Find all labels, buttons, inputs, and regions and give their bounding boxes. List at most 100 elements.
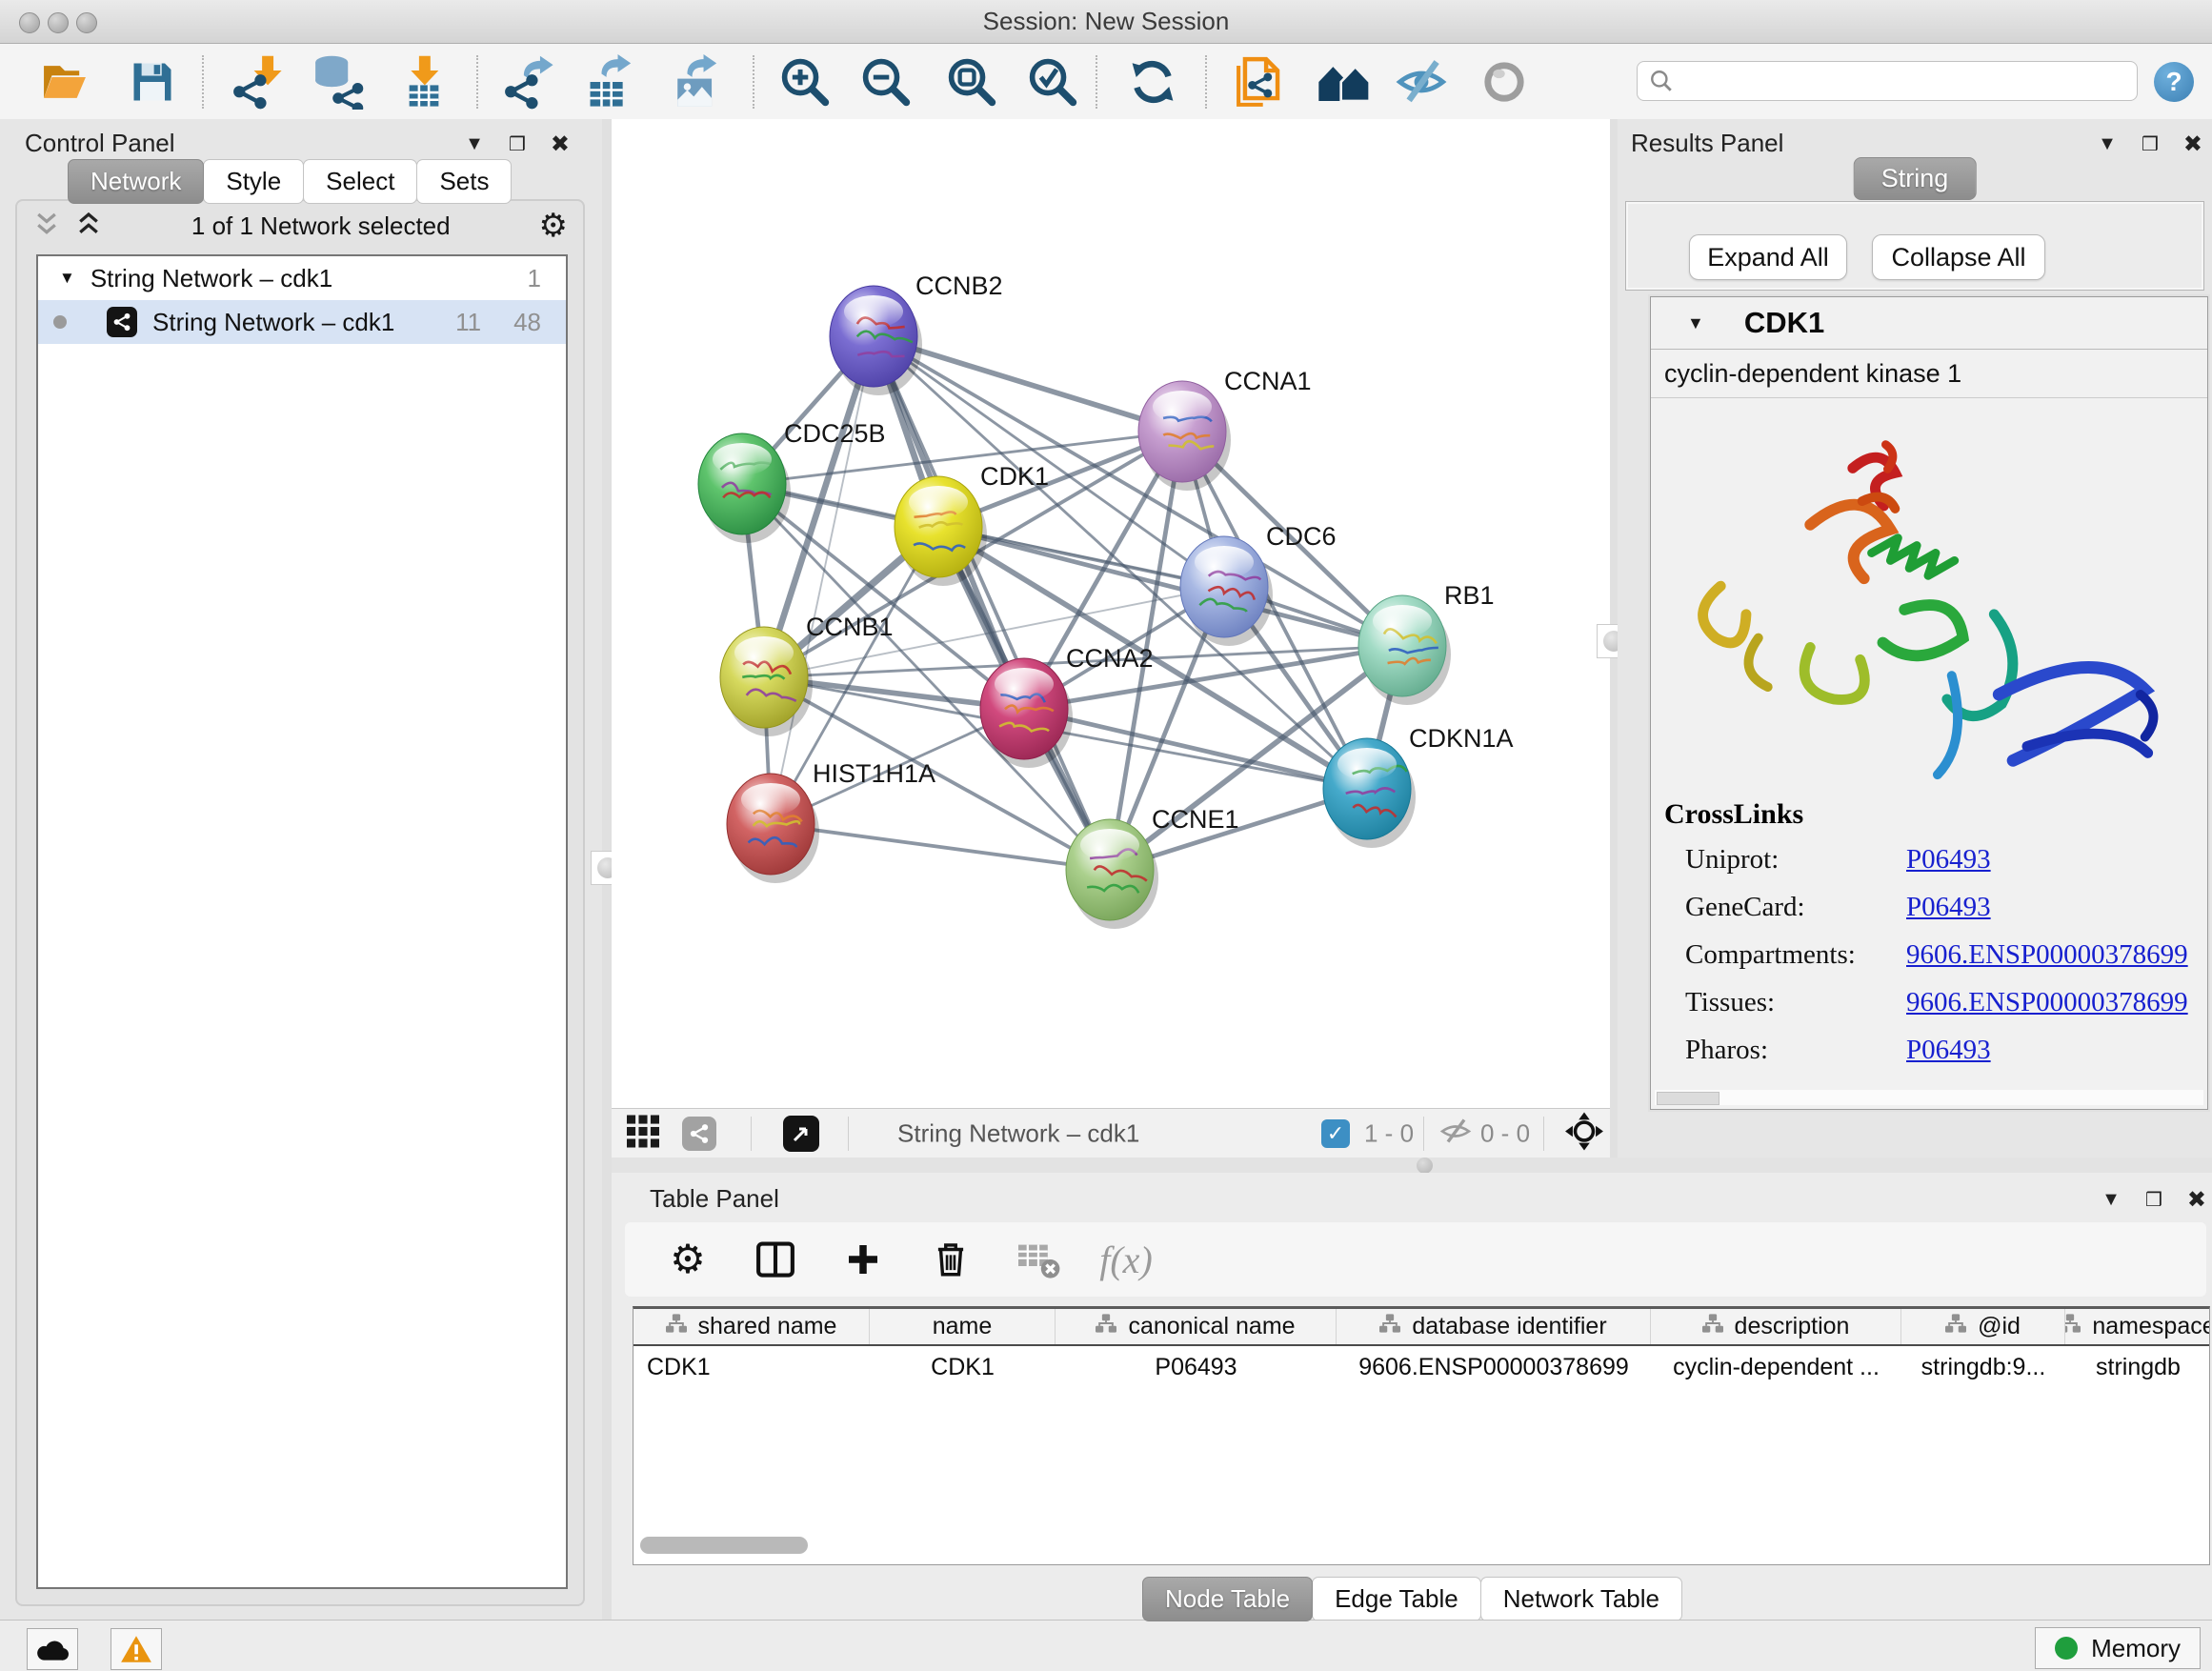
table-horizontal-scrollbar-thumb[interactable] bbox=[640, 1537, 808, 1554]
tab-string-results[interactable]: String bbox=[1854, 157, 1977, 200]
column-header-canonical-name[interactable]: canonical name bbox=[1056, 1309, 1337, 1344]
crosslink-link[interactable]: 9606.ENSP00000378699 bbox=[1906, 939, 2188, 971]
table-settings-gear-icon[interactable]: ⚙ bbox=[663, 1239, 713, 1279]
export-network-icon[interactable] bbox=[498, 51, 559, 112]
delete-column-trash-icon[interactable] bbox=[926, 1239, 975, 1279]
tab-style[interactable]: Style bbox=[203, 159, 304, 204]
search-field[interactable] bbox=[1637, 61, 2138, 101]
right-splitter[interactable] bbox=[1610, 119, 1618, 1158]
export-table-icon[interactable] bbox=[579, 51, 640, 112]
zoom-selected-icon[interactable] bbox=[1022, 51, 1083, 112]
panel-float-icon[interactable]: ❒ bbox=[2142, 132, 2159, 156]
column-header-description[interactable]: description bbox=[1651, 1309, 1901, 1344]
column-header-name[interactable]: name bbox=[870, 1309, 1056, 1344]
network-node-CCNE1[interactable]: CCNE1 bbox=[1066, 805, 1239, 929]
zoom-in-icon[interactable] bbox=[774, 51, 835, 112]
show-columns-icon[interactable] bbox=[751, 1238, 800, 1280]
table-cell[interactable]: 9606.ENSP00000378699 bbox=[1337, 1346, 1651, 1388]
table-cell[interactable]: cyclin-dependent ... bbox=[1651, 1346, 1901, 1388]
zoom-out-icon[interactable] bbox=[855, 51, 916, 112]
collection-caret-icon[interactable]: ▼ bbox=[59, 269, 75, 288]
panel-close-icon[interactable]: ✖ bbox=[2183, 131, 2202, 158]
horizontal-splitter-handle[interactable] bbox=[1417, 1158, 1433, 1174]
create-column-icon[interactable] bbox=[838, 1240, 888, 1278]
save-session-icon[interactable] bbox=[122, 51, 183, 112]
network-edge-CCNA2-CDKN1A[interactable] bbox=[1024, 709, 1367, 789]
column-type-icon bbox=[1702, 1313, 1723, 1340]
crosslink-link[interactable]: P06493 bbox=[1906, 892, 1991, 923]
panel-menu-icon[interactable]: ▼ bbox=[2098, 133, 2117, 155]
zoom-fit-icon[interactable] bbox=[941, 51, 1002, 112]
table-row[interactable]: CDK1CDK1P064939606.ENSP00000378699cyclin… bbox=[633, 1346, 2209, 1388]
panel-menu-icon[interactable]: ▼ bbox=[465, 133, 484, 155]
network-node-CCNA2[interactable]: CCNA2 bbox=[980, 644, 1154, 768]
network-options-gear-icon[interactable]: ⚙ bbox=[539, 210, 568, 242]
birdseye-view-icon[interactable] bbox=[783, 1116, 819, 1152]
refresh-icon[interactable] bbox=[1122, 51, 1183, 112]
horizontal-splitter[interactable] bbox=[612, 1158, 2212, 1173]
import-network-database-icon[interactable] bbox=[308, 51, 369, 112]
panel-float-icon[interactable]: ❒ bbox=[509, 132, 526, 156]
network-node-HIST1H1A[interactable]: HIST1H1A bbox=[727, 759, 935, 883]
network-node-CDC6[interactable]: CDC6 bbox=[1180, 522, 1337, 646]
show-graphics-details-icon[interactable] bbox=[1474, 51, 1535, 112]
crosslink-link[interactable]: 9606.ENSP00000378699 bbox=[1906, 987, 2188, 1018]
network-node-CCNB1[interactable]: CCNB1 bbox=[720, 613, 894, 736]
table-header-row: shared namenamecanonical namedatabase id… bbox=[633, 1309, 2209, 1346]
table-cell[interactable]: stringdb:9... bbox=[1901, 1346, 2065, 1388]
collapse-caret-icon[interactable]: ▼ bbox=[1687, 313, 1704, 333]
tab-network-table[interactable]: Network Table bbox=[1480, 1577, 1682, 1621]
network-edge-CCNE1-HIST1H1A[interactable] bbox=[771, 824, 1110, 870]
table-cell[interactable]: CDK1 bbox=[870, 1346, 1056, 1388]
home-networks-icon[interactable] bbox=[1314, 51, 1375, 112]
table-cell[interactable]: CDK1 bbox=[633, 1346, 870, 1388]
network-edge-CCNB2-CCNE1[interactable] bbox=[874, 336, 1110, 870]
warnings-button[interactable] bbox=[111, 1628, 162, 1670]
import-network-file-icon[interactable] bbox=[227, 51, 288, 112]
import-table-icon[interactable] bbox=[393, 51, 454, 112]
hide-graphics-details-icon[interactable] bbox=[1391, 51, 1452, 112]
network-row[interactable]: String Network – cdk1 11 48 bbox=[38, 300, 566, 344]
panel-float-icon[interactable]: ❒ bbox=[2145, 1188, 2162, 1212]
grid-view-icon[interactable] bbox=[627, 1116, 659, 1153]
column-header-namespace[interactable]: namespace bbox=[2065, 1309, 2210, 1344]
network-edge-CCNB2-HIST1H1A[interactable] bbox=[771, 336, 874, 824]
collapse-all-networks-icon[interactable] bbox=[32, 210, 61, 243]
tab-edge-table[interactable]: Edge Table bbox=[1312, 1577, 1481, 1621]
expand-all-button[interactable]: Expand All bbox=[1689, 234, 1847, 280]
tab-select[interactable]: Select bbox=[303, 159, 417, 204]
memory-button[interactable]: Memory bbox=[2035, 1627, 2201, 1669]
search-input[interactable] bbox=[1683, 67, 2125, 95]
column-header-database-identifier[interactable]: database identifier bbox=[1337, 1309, 1651, 1344]
column-header-shared-name[interactable]: shared name bbox=[633, 1309, 870, 1344]
tab-network[interactable]: Network bbox=[68, 159, 204, 204]
panel-menu-icon[interactable]: ▼ bbox=[2101, 1189, 2121, 1211]
crosslink-link[interactable]: P06493 bbox=[1906, 1035, 1991, 1066]
tab-sets[interactable]: Sets bbox=[416, 159, 512, 204]
expand-all-networks-icon[interactable] bbox=[74, 210, 103, 243]
table-cell[interactable]: stringdb bbox=[2065, 1346, 2210, 1388]
network-node-CDKN1A[interactable]: CDKN1A bbox=[1323, 724, 1514, 848]
panel-close-icon[interactable]: ✖ bbox=[551, 131, 570, 158]
left-splitter[interactable] bbox=[602, 119, 612, 1620]
fit-content-crosshair-icon[interactable] bbox=[1564, 1112, 1604, 1157]
open-session-icon[interactable] bbox=[34, 51, 95, 112]
panel-close-icon[interactable]: ✖ bbox=[2187, 1186, 2206, 1214]
column-header--id[interactable]: @id bbox=[1901, 1309, 2065, 1344]
tab-node-table[interactable]: Node Table bbox=[1142, 1577, 1313, 1621]
share-document-icon[interactable] bbox=[1231, 51, 1292, 112]
gene-card-header[interactable]: ▼ CDK1 bbox=[1651, 297, 2207, 350]
string-network-view-icon[interactable] bbox=[682, 1117, 716, 1151]
selected-checkbox-icon[interactable]: ✓ bbox=[1321, 1119, 1350, 1148]
crosslink-link[interactable]: P06493 bbox=[1906, 844, 1991, 876]
network-node-RB1[interactable]: RB1 bbox=[1358, 581, 1495, 705]
network-canvas[interactable]: CCNB2CCNA1CDC25BCDK1CDC6RB1CCNB1CCNA2CDK… bbox=[612, 119, 1610, 1108]
scrollbar-thumb[interactable] bbox=[1657, 1092, 1719, 1105]
collapse-all-button[interactable]: Collapse All bbox=[1872, 234, 2045, 280]
results-horizontal-scrollbar[interactable] bbox=[1655, 1090, 2203, 1105]
table-cell[interactable]: P06493 bbox=[1056, 1346, 1337, 1388]
network-collection-row[interactable]: ▼ String Network – cdk1 1 bbox=[38, 256, 566, 300]
cloud-status-button[interactable] bbox=[27, 1628, 78, 1670]
export-image-icon[interactable] bbox=[665, 51, 726, 112]
help-icon[interactable]: ? bbox=[2154, 62, 2194, 102]
